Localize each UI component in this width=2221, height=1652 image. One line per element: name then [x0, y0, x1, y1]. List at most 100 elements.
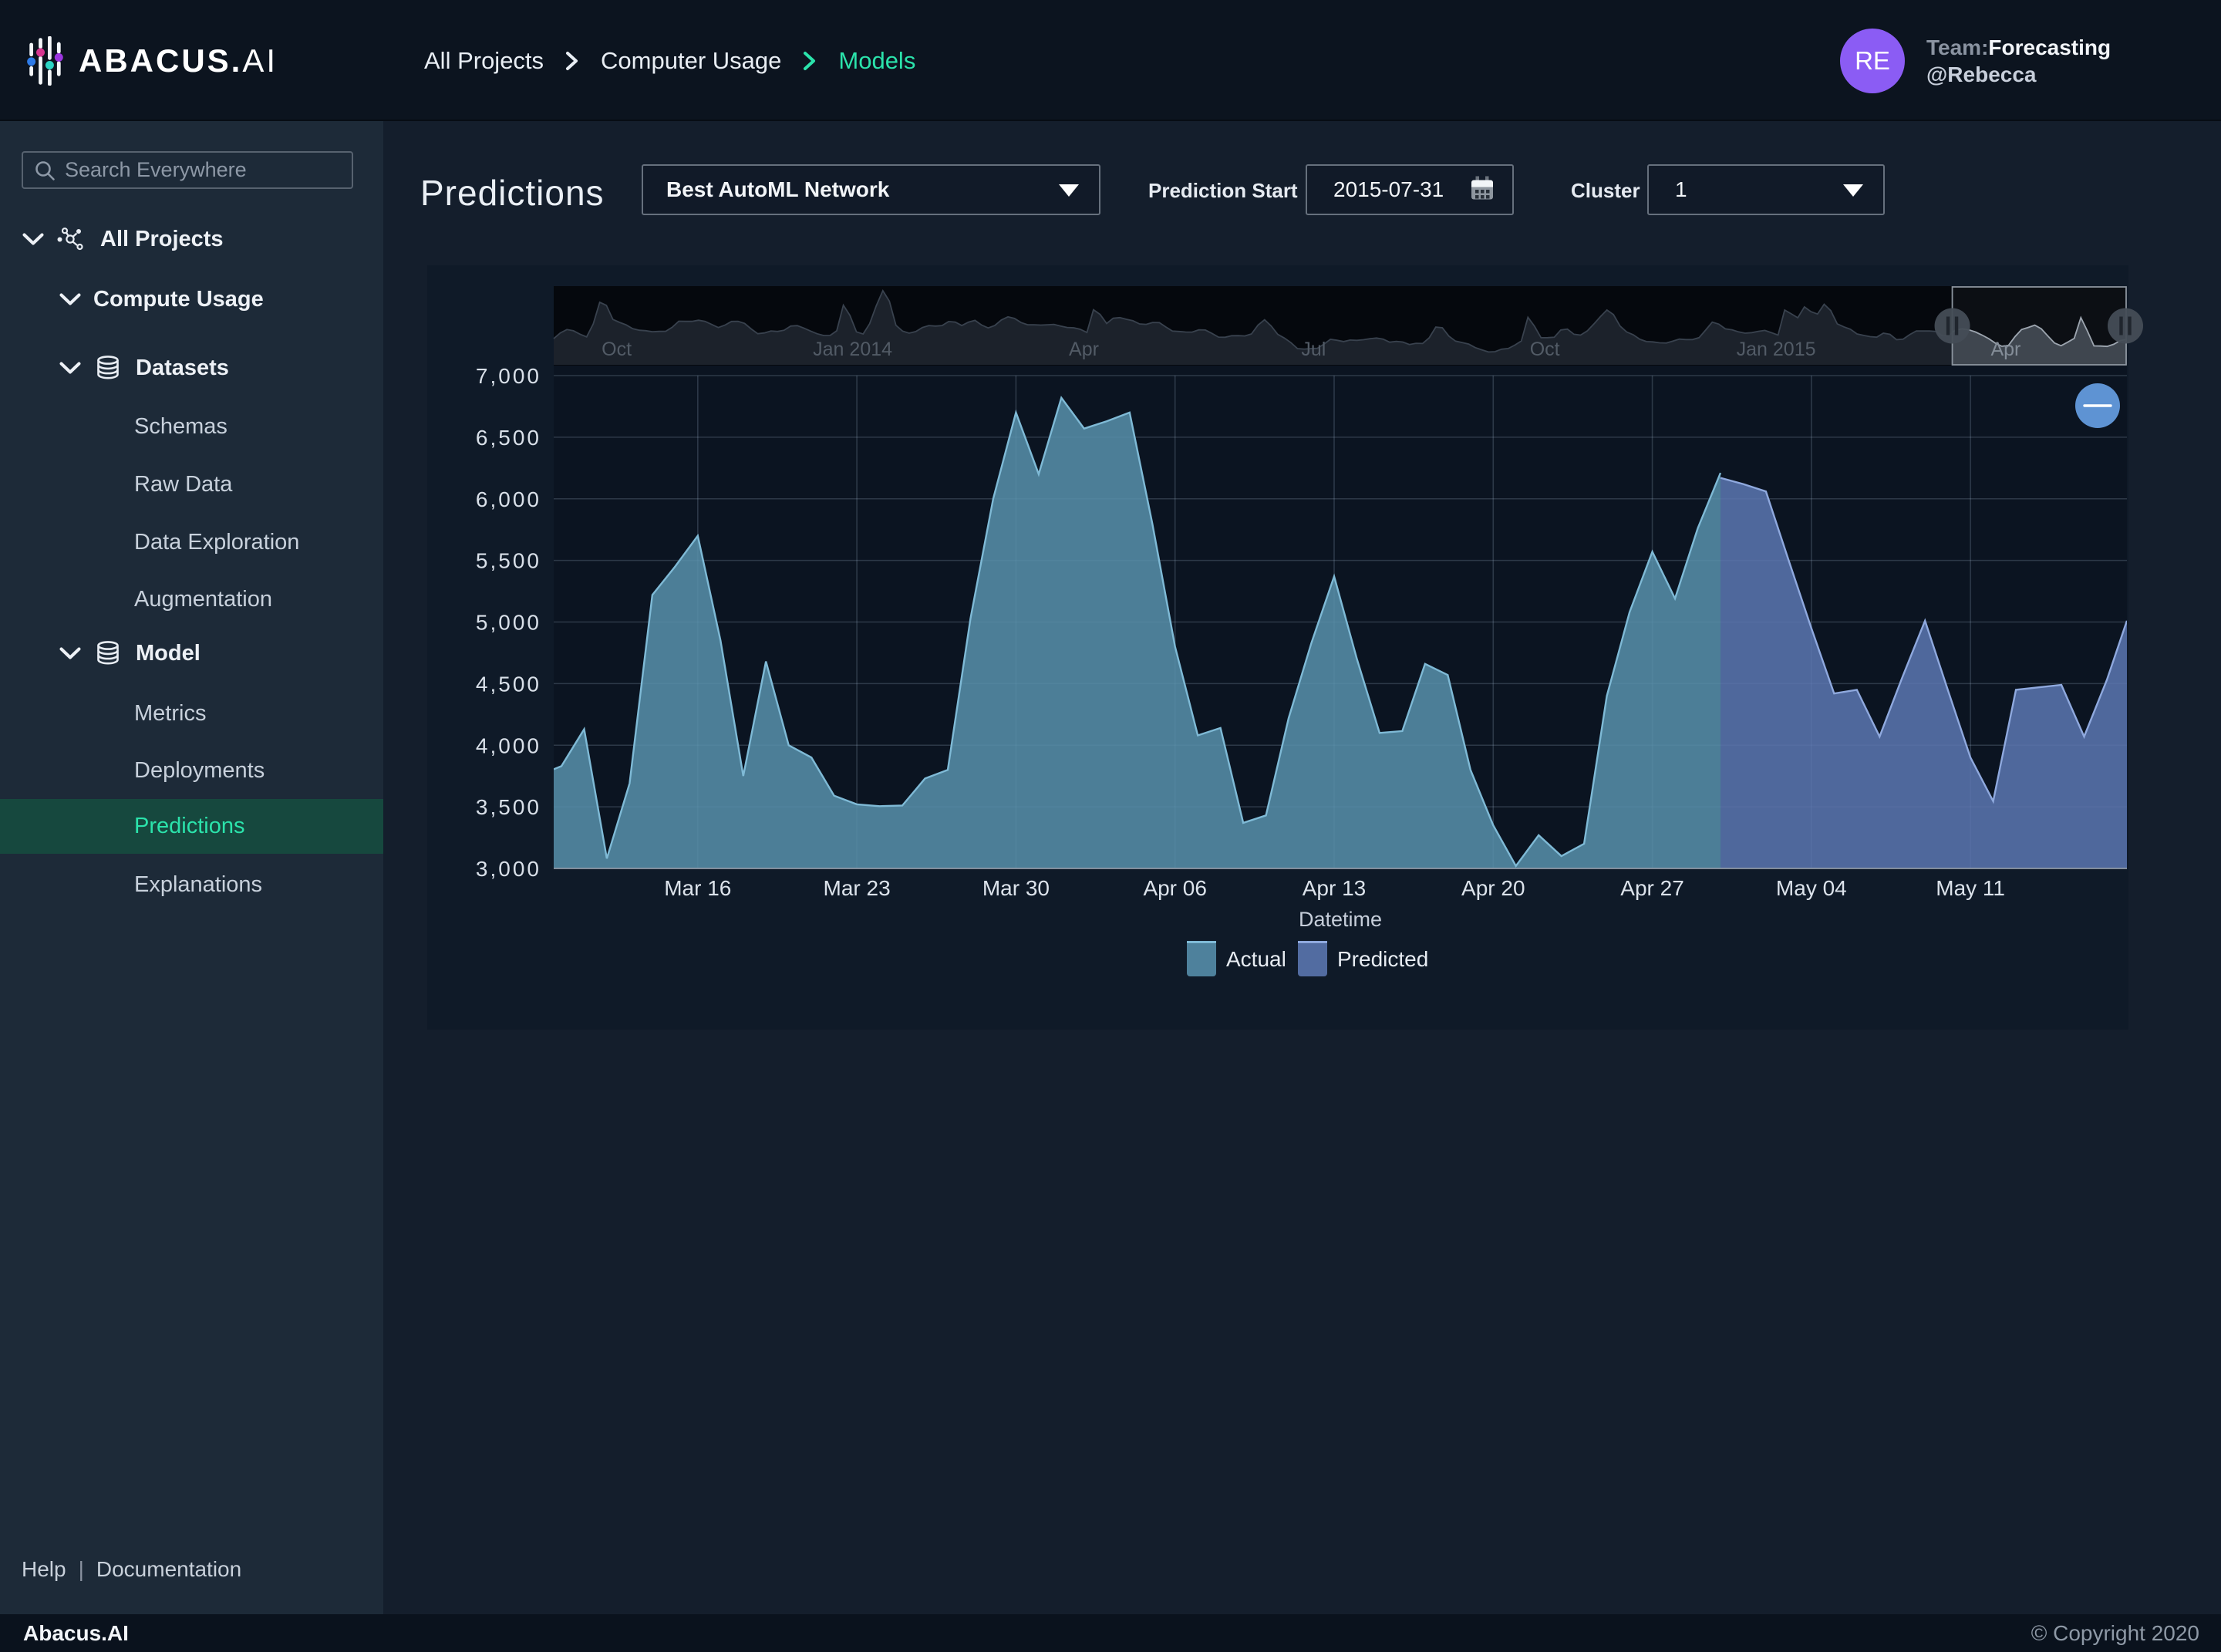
database-icon: [94, 355, 122, 381]
y-axis-label: 4,500: [476, 672, 541, 696]
logo-text: ABACUS.AI: [79, 42, 278, 79]
legend-swatch-actual[interactable]: [1187, 941, 1216, 976]
navigator-handle-right[interactable]: [2108, 308, 2143, 344]
navigator-label: Apr: [1069, 339, 1099, 360]
sidebar-item-label: Deployments: [134, 758, 265, 784]
model-dropdown[interactable]: Best AutoML Network: [642, 164, 1100, 215]
chevron-down-icon: [1843, 184, 1863, 197]
breadcrumb: All Projects Computer Usage Models: [424, 0, 915, 121]
sidebar-item-raw-data[interactable]: Raw Data: [0, 457, 383, 512]
zoom-out-button[interactable]: [2075, 383, 2120, 428]
sidebar-item-label: Metrics: [134, 701, 206, 727]
navigator-label: Jan 2014: [813, 339, 892, 360]
sidebar-item-all-projects[interactable]: All Projects: [0, 212, 383, 267]
prediction-start-label: Prediction Start: [1148, 179, 1298, 203]
x-axis-title: Datetime: [1299, 908, 1382, 931]
x-axis-label: Mar 16: [664, 876, 731, 900]
sidebar-item-compute-usage[interactable]: Compute Usage: [0, 272, 383, 327]
chevron-down-icon: [59, 646, 82, 661]
x-axis-label: Apr 20: [1461, 876, 1525, 900]
y-axis-label: 6,000: [476, 487, 541, 511]
cluster-dropdown[interactable]: 1: [1647, 164, 1885, 215]
user-info: Team:Forecasting @Rebecca: [1926, 34, 2111, 88]
navigator-window[interactable]: [1953, 287, 2126, 365]
y-axis-label: 7,000: [476, 364, 541, 388]
team-name: Forecasting: [1988, 35, 2111, 59]
documentation-link[interactable]: Documentation: [96, 1557, 241, 1581]
sidebar-item-metrics[interactable]: Metrics: [0, 686, 383, 741]
cluster-value: 1: [1675, 177, 1687, 202]
sidebar-item-predictions[interactable]: Predictions: [0, 799, 383, 854]
sidebar-item-label: Raw Data: [134, 472, 232, 497]
user-box[interactable]: RE Team:Forecasting @Rebecca: [1840, 0, 2111, 121]
model-dropdown-value: Best AutoML Network: [666, 177, 889, 202]
x-axis-label: Mar 23: [824, 876, 891, 900]
calendar-icon: [1469, 174, 1495, 206]
legend-label[interactable]: Predicted: [1337, 947, 1428, 971]
legend-label[interactable]: Actual: [1226, 947, 1286, 971]
navigator-label: Jan 2015: [1737, 339, 1816, 360]
user-handle: @Rebecca: [1926, 61, 2111, 88]
chevron-down-icon: [1059, 184, 1079, 197]
search-box[interactable]: [22, 151, 353, 189]
x-axis-label: Apr 27: [1620, 876, 1684, 900]
help-link[interactable]: Help: [22, 1557, 66, 1581]
logo-dot-purple: [55, 53, 63, 62]
search-input[interactable]: [65, 158, 342, 182]
navigator-label: Apr: [1990, 339, 2020, 360]
breadcrumb-project[interactable]: Computer Usage: [601, 47, 781, 75]
prediction-start-date-input[interactable]: 2015-07-31: [1306, 164, 1514, 215]
abacus-logo[interactable]: ABACUS.AI: [26, 36, 278, 86]
link-separator: |: [79, 1557, 84, 1581]
navigator-handle-left[interactable]: [1935, 308, 1970, 344]
sidebar-item-label: Datasets: [136, 356, 229, 381]
predictions-chart: 3,0003,5004,0004,5005,0005,5006,0006,500…: [427, 265, 2128, 1030]
page-title: Predictions: [420, 172, 605, 214]
sidebar-item-model[interactable]: Model: [0, 626, 383, 681]
sidebar-item-label: Model: [136, 641, 201, 666]
y-axis-label: 4,000: [476, 733, 541, 757]
breadcrumb-models[interactable]: Models: [838, 47, 915, 75]
sidebar-item-deployments[interactable]: Deployments: [0, 743, 383, 798]
sidebar-item-schemas[interactable]: Schemas: [0, 400, 383, 454]
y-axis-label: 5,000: [476, 611, 541, 635]
top-bar: ABACUS.AI All Projects Computer Usage Mo…: [0, 0, 2221, 121]
y-axis-label: 3,000: [476, 857, 541, 881]
sidebar-item-label: Schemas: [134, 414, 227, 440]
sidebar-item-explanations[interactable]: Explanations: [0, 858, 383, 912]
chevron-down-icon: [59, 360, 82, 376]
footer-copyright: © Copyright 2020: [2031, 1621, 2199, 1646]
sidebar-item-data-exploration[interactable]: Data Exploration: [0, 515, 383, 570]
x-axis-label: Mar 30: [982, 876, 1050, 900]
search-icon: [34, 160, 56, 181]
legend-swatch-predicted[interactable]: [1298, 941, 1327, 976]
logo-dot-teal: [45, 61, 54, 69]
chart-svg: 3,0003,5004,0004,5005,0005,5006,0006,500…: [427, 265, 2128, 1030]
navigator-label: Jul: [1301, 339, 1326, 360]
sidebar-item-datasets[interactable]: Datasets: [0, 341, 383, 396]
x-axis-label: May 11: [1936, 876, 2005, 900]
logo-dot-blue: [27, 57, 35, 66]
footer: Abacus.AI © Copyright 2020: [0, 1614, 2221, 1652]
y-axis-label: 3,500: [476, 795, 541, 819]
database-icon: [94, 640, 122, 666]
sidebar-item-label: All Projects: [100, 227, 224, 252]
abacus-logo-icon: [26, 36, 63, 86]
sidebar-item-augmentation[interactable]: Augmentation: [0, 572, 383, 627]
footer-brand: Abacus.AI: [23, 1621, 129, 1646]
team-label: Team:: [1926, 35, 1988, 59]
chevron-right-icon: [801, 48, 818, 74]
sidebar-item-label: Compute Usage: [93, 287, 264, 312]
sidebar-item-label: Predictions: [134, 814, 244, 839]
projects-icon: [57, 228, 85, 251]
chevron-down-icon: [59, 292, 82, 307]
breadcrumb-all-projects[interactable]: All Projects: [424, 47, 544, 75]
avatar[interactable]: RE: [1840, 29, 1905, 93]
sidebar-item-label: Data Exploration: [134, 530, 299, 555]
sidebar-item-label: Explanations: [134, 872, 262, 898]
x-axis-label: May 04: [1776, 876, 1847, 900]
chevron-down-icon: [22, 231, 45, 247]
sidebar: All Projects Compute Usage Datasets Schemas…: [0, 121, 383, 1614]
y-axis-label: 5,500: [476, 549, 541, 573]
cluster-label: Cluster: [1571, 179, 1640, 203]
